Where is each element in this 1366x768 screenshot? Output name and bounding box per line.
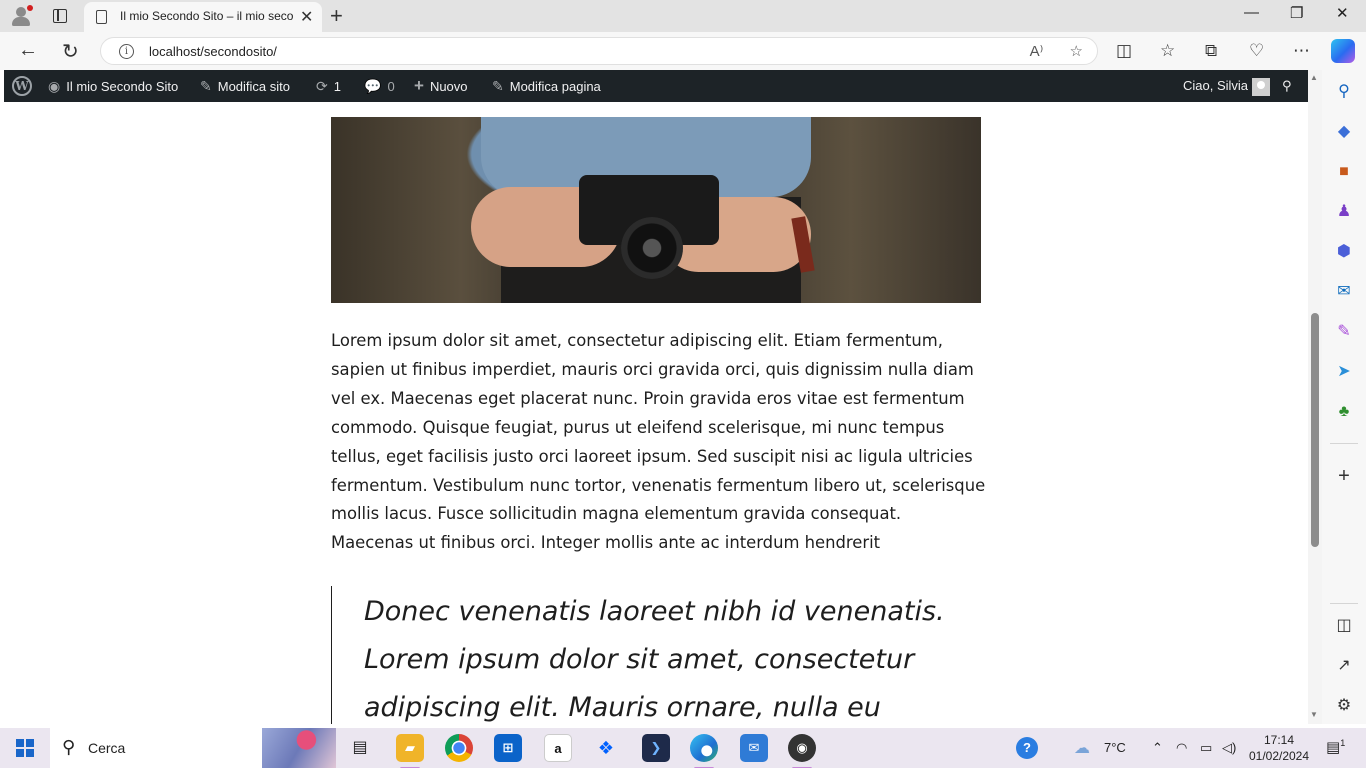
dropbox-icon[interactable]: ❖ [592, 734, 620, 762]
amazon-icon[interactable]: a [544, 734, 572, 762]
chrome-icon[interactable] [445, 734, 473, 762]
scrollbar-thumb[interactable] [1311, 313, 1319, 547]
designer-icon[interactable]: ✎ [1334, 322, 1354, 342]
battery-icon[interactable]: ▭ [1200, 740, 1212, 756]
hide-sidebar-icon[interactable]: ◫ [1334, 616, 1354, 636]
address-bar[interactable]: i localhost/secondosito/ A⁾ ☆ [100, 37, 1098, 65]
tools-briefcase-icon[interactable]: ■ [1334, 162, 1354, 182]
wifi-icon[interactable]: ◠ [1176, 740, 1187, 756]
plus-icon: + [414, 76, 424, 95]
windows-taskbar: ⚲ Cerca ▤ ▰ ⊞ a ❖ ❯ ✉ ◉ ? ☁ 7°C ⌃ ◠ ▭ ◁)… [0, 728, 1366, 768]
clock-time: 17:14 [1263, 733, 1295, 747]
wordpress-logo-icon[interactable]: W [12, 76, 32, 96]
weather-temperature[interactable]: 7°C [1104, 740, 1126, 755]
close-window-button[interactable]: ✕ [1336, 4, 1349, 22]
more-menu-icon[interactable]: ⋯ [1293, 41, 1310, 61]
read-aloud-icon[interactable]: A⁾ [1030, 43, 1044, 60]
browser-essentials-icon[interactable]: ♡ [1249, 41, 1264, 61]
admin-edit-site[interactable]: ✎ Modifica sito [200, 70, 290, 102]
github-icon[interactable]: ◉ [788, 734, 816, 768]
new-tab-button[interactable]: + [330, 3, 343, 29]
clock-date: 01/02/2024 [1248, 749, 1310, 763]
favorite-star-icon[interactable]: ☆ [1070, 43, 1083, 60]
avatar [1252, 77, 1271, 96]
wp-admin-bar: W ◉ Il mio Secondo Sito ✎ Modifica sito ⟳ 1… [4, 70, 1308, 102]
volume-icon[interactable]: ◁) [1222, 740, 1236, 756]
edge-sidebar: ⚲ ◆ ■ ♟ ⬢ ✉ ✎ ➤ ♣ + ◫ ↗ ⚙ [1322, 70, 1366, 724]
minimize-button[interactable]: — [1244, 4, 1259, 21]
admin-edit-page[interactable]: ✎ Modifica pagina [492, 70, 601, 102]
sidebar-search-icon[interactable]: ⚲ [1334, 82, 1354, 102]
help-icon[interactable]: ? [1016, 737, 1038, 759]
windows-start-icon[interactable] [16, 739, 34, 757]
quote-text: Donec venenatis laoreet nibh id venenati… [364, 596, 945, 723]
pencil-icon: ✎ [492, 78, 504, 94]
site-info-icon[interactable]: i [119, 44, 134, 59]
taskbar-search[interactable]: ⚲ Cerca [50, 728, 336, 768]
settings-gear-icon[interactable]: ⚙ [1334, 696, 1354, 716]
powershell-icon[interactable]: ❯ [642, 734, 670, 762]
admin-new[interactable]: + Nuovo [414, 70, 468, 102]
refresh-icon[interactable]: ↻ [62, 39, 79, 64]
admin-comments[interactable]: 💬 0 [364, 70, 395, 102]
comment-icon: 💬 [364, 78, 382, 94]
tab-actions-icon[interactable] [50, 6, 70, 26]
games-icon[interactable]: ♟ [1334, 202, 1354, 222]
updates-icon: ⟳ [316, 78, 328, 94]
restore-button[interactable]: ❐ [1290, 4, 1303, 22]
dashboard-icon: ◉ [48, 78, 61, 94]
split-screen-icon[interactable]: ◫ [1116, 41, 1132, 61]
hero-image [331, 117, 981, 303]
admin-site-name[interactable]: ◉ Il mio Secondo Sito [48, 70, 178, 102]
microsoft-store-icon[interactable]: ⊞ [494, 734, 522, 762]
edge-icon[interactable] [690, 734, 718, 768]
url-text[interactable]: localhost/secondosito/ [149, 44, 277, 59]
copilot-icon[interactable] [1331, 39, 1355, 63]
send-icon[interactable]: ➤ [1334, 362, 1354, 382]
shopping-tag-icon[interactable]: ◆ [1334, 122, 1354, 142]
add-sidebar-app-icon[interactable]: + [1334, 466, 1354, 486]
tab-close-icon[interactable]: ✕ [300, 7, 313, 27]
tray-expand-icon[interactable]: ⌃ [1152, 740, 1163, 756]
admin-search-icon[interactable]: ⚲ [1282, 70, 1292, 102]
weather-cloud-icon[interactable]: ☁ [1074, 738, 1090, 758]
browser-tab-strip: Il mio Secondo Sito – il mio seco ✕ + — … [0, 0, 1366, 32]
tab-title: Il mio Secondo Sito – il mio seco [120, 9, 294, 23]
tree-icon[interactable]: ♣ [1334, 402, 1354, 422]
file-explorer-icon[interactable]: ▰ [396, 734, 424, 768]
brush-icon: ✎ [200, 78, 212, 94]
search-highlight-image [262, 728, 336, 768]
microsoft-365-icon[interactable]: ⬢ [1334, 242, 1354, 262]
collections-icon[interactable]: ⧉ [1205, 41, 1217, 61]
scroll-down-icon[interactable]: ▼ [1310, 710, 1318, 719]
mail-icon[interactable]: ✉ [740, 734, 768, 762]
back-icon[interactable]: ← [18, 39, 38, 62]
body-paragraph: Lorem ipsum dolor sit amet, consectetur … [331, 331, 986, 553]
profile-icon[interactable] [10, 5, 33, 27]
search-icon: ⚲ [62, 737, 76, 757]
scroll-up-icon[interactable]: ▲ [1310, 73, 1318, 82]
page-icon [96, 10, 107, 24]
favorites-icon[interactable]: ☆ [1160, 41, 1175, 61]
open-external-icon[interactable]: ↗ [1334, 656, 1354, 676]
admin-updates[interactable]: ⟳ 1 [316, 70, 341, 102]
page-scrollbar[interactable]: ▲ ▼ [1308, 70, 1322, 724]
notifications-icon[interactable]: ▤1 [1326, 738, 1345, 756]
outlook-icon[interactable]: ✉ [1334, 282, 1354, 302]
admin-account[interactable]: Ciao, Silvia [1183, 70, 1271, 102]
pull-quote: Donec venenatis laoreet nibh id venenati… [331, 586, 986, 724]
tab-active[interactable]: Il mio Secondo Sito – il mio seco ✕ [84, 2, 322, 32]
page-content: Lorem ipsum dolor sit amet, consectetur … [4, 102, 1308, 724]
browser-toolbar: ← ↻ i localhost/secondosito/ A⁾ ☆ ◫ ☆ ⧉ … [0, 32, 1366, 70]
task-view-icon[interactable]: ▤ [346, 734, 374, 762]
system-clock[interactable]: 17:14 01/02/2024 [1248, 732, 1310, 764]
